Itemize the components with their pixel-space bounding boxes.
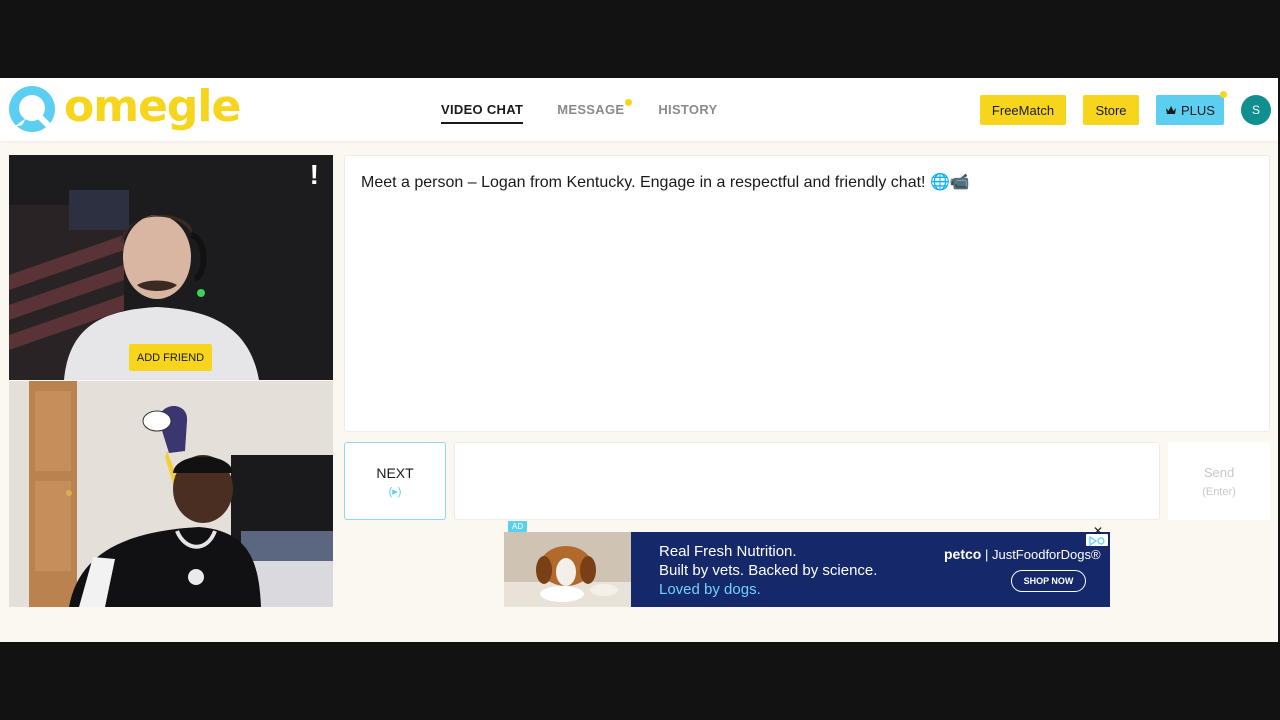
ad-badge: AD xyxy=(508,521,528,532)
crown-icon xyxy=(1166,106,1177,114)
chat-intro-line: Meet a person – Logan from Kentucky. Eng… xyxy=(361,172,1253,192)
chat-log: Meet a person – Logan from Kentucky. Eng… xyxy=(344,155,1270,432)
letterbox-top xyxy=(0,0,1280,78)
tab-message[interactable]: MESSAGE xyxy=(557,98,633,121)
next-button[interactable]: NEXT (▸) xyxy=(344,442,446,520)
plus-label: PLUS xyxy=(1181,102,1215,118)
omegle-logo[interactable]: omegle xyxy=(8,81,241,135)
ad-dog-photo xyxy=(504,532,631,607)
main-nav: VIDEO CHAT MESSAGE HISTORY xyxy=(441,78,718,141)
letterbox-bottom xyxy=(0,642,1280,720)
ad-line-1: Real Fresh Nutrition. xyxy=(659,543,797,560)
tab-message-label: MESSAGE xyxy=(557,102,625,117)
ad-brand-divider: | xyxy=(984,547,992,562)
freematch-button[interactable]: FreeMatch xyxy=(980,95,1066,125)
next-shortcut-hint: (▸) xyxy=(388,485,402,498)
omegle-logo-icon xyxy=(8,85,58,135)
send-label: Send xyxy=(1203,464,1235,480)
ad-line-3: Loved by dogs. xyxy=(659,581,761,598)
top-header: omegle VIDEO CHAT MESSAGE HISTORY FreeMa… xyxy=(0,78,1278,141)
notification-dot xyxy=(1220,91,1227,98)
ad-brand-name: petco xyxy=(944,546,982,562)
notification-dot xyxy=(625,99,633,106)
self-video xyxy=(9,381,333,607)
omegle-logo-text: omegle xyxy=(64,81,241,132)
self-video-frame xyxy=(9,381,333,607)
add-friend-button[interactable]: ADD FRIEND xyxy=(129,344,212,371)
stranger-video: ! ADD FRIEND xyxy=(9,155,333,380)
report-button[interactable]: ! xyxy=(310,161,319,189)
tab-history[interactable]: HISTORY xyxy=(658,98,717,121)
ad-line-2: Built by vets. Backed by science. xyxy=(659,562,878,579)
user-avatar[interactable]: S xyxy=(1241,95,1271,125)
ad-shop-now-button[interactable]: SHOP NOW xyxy=(1011,570,1086,592)
store-button[interactable]: Store xyxy=(1083,95,1139,125)
adchoices-icon[interactable] xyxy=(1086,534,1108,547)
omegle-app: omegle VIDEO CHAT MESSAGE HISTORY FreeMa… xyxy=(0,78,1278,642)
ad-brand-tagline: JustFoodforDogs® xyxy=(991,547,1101,562)
plus-button[interactable]: PLUS xyxy=(1156,91,1227,125)
globe-camera-icon: 🌐📹 xyxy=(929,172,970,191)
ad-brand: petco | JustFoodforDogs® xyxy=(944,546,1101,562)
ad-copy: Real Fresh Nutrition. Built by vets. Bac… xyxy=(659,542,877,599)
next-label: NEXT xyxy=(376,464,414,481)
send-button[interactable]: Send (Enter) xyxy=(1168,442,1270,520)
send-shortcut-hint: (Enter) xyxy=(1202,485,1236,498)
chat-intro-message: Meet a person – Logan from Kentucky. Eng… xyxy=(361,174,926,191)
message-input[interactable] xyxy=(454,442,1160,520)
tab-video-chat[interactable]: VIDEO CHAT xyxy=(441,98,524,124)
ad-banner[interactable]: Real Fresh Nutrition. Built by vets. Bac… xyxy=(504,532,1110,607)
